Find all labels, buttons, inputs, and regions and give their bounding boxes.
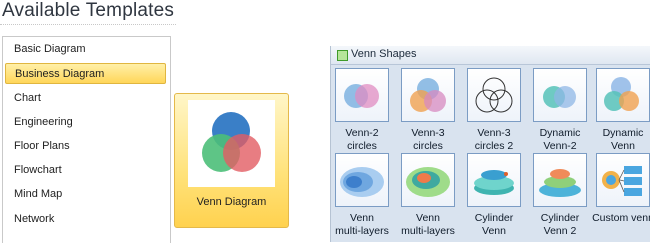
venn-3-circles-2-icon (467, 68, 521, 122)
shape-label: Venn-3 circles (411, 127, 445, 152)
page-title: Available Templates (2, 0, 175, 21)
venn-diagram-icon (188, 100, 275, 187)
shape-label: Venn-3 circles 2 (474, 127, 514, 152)
shape-label: Cylinder Venn (474, 212, 514, 237)
category-item-basic-diagram[interactable]: Basic Diagram (5, 39, 166, 60)
cylinder-venn-icon (467, 153, 521, 207)
venn-shapes-panel: Venn Shapes Venn-2 circles Venn-3 circles … (330, 46, 650, 242)
template-tile-venn-diagram[interactable]: Venn Diagram (174, 93, 289, 228)
cylinder-venn-2-icon (533, 153, 587, 207)
title-divider (0, 24, 176, 25)
venn-multi-layers-2-icon (401, 153, 455, 207)
shape-label: Venn-2 circles (345, 127, 379, 152)
shape-label: Dynamic Venn-2 (539, 127, 581, 152)
shape-label: Cylinder Venn 2 (540, 212, 580, 237)
category-item-mind-map[interactable]: Mind Map (5, 184, 166, 205)
category-item-business-diagram[interactable]: Business Diagram (5, 63, 166, 84)
panel-header: Venn Shapes (331, 46, 650, 65)
panel-title: Venn Shapes (351, 48, 417, 60)
dynamic-venn-icon (596, 68, 650, 122)
category-item-chart[interactable]: Chart (5, 88, 166, 109)
dynamic-venn-2-icon (533, 68, 587, 122)
shape-label: Custom venn (592, 212, 650, 224)
custom-venn-icon (596, 153, 650, 207)
shape-label: Venn multi-layers (335, 212, 389, 237)
category-list: Basic Diagram Business Diagram Chart Eng… (2, 36, 171, 243)
shape-label: Venn multi-layers (401, 212, 455, 237)
venn-multi-layers-icon (335, 153, 389, 207)
shape-label: Dynamic Venn (602, 127, 644, 152)
category-item-floor-plans[interactable]: Floor Plans (5, 136, 166, 157)
template-tile-label: Venn Diagram (196, 196, 267, 208)
venn-3-circles-icon (401, 68, 455, 122)
category-item-network[interactable]: Network (5, 209, 166, 230)
category-item-engineering[interactable]: Engineering (5, 112, 166, 133)
venn-2-circles-icon (335, 68, 389, 122)
category-item-flowchart[interactable]: Flowchart (5, 160, 166, 181)
shapes-library-icon (337, 50, 348, 61)
